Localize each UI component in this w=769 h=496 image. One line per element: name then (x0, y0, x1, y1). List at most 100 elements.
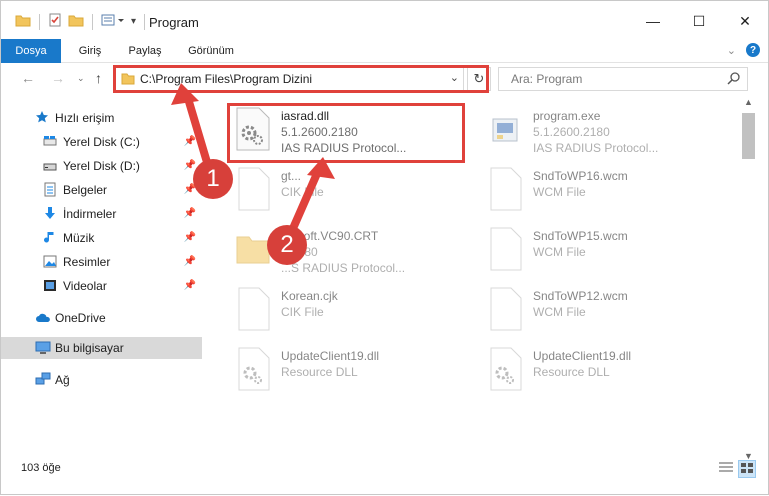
file-name: SndToWP15.wcm (533, 229, 628, 243)
nav-item-pictures[interactable]: Resimler 📌 (1, 251, 202, 273)
window-title: Program (149, 15, 199, 30)
file-item[interactable]: SndToWP12.wcm WCM File (479, 281, 719, 339)
details-view-icon[interactable] (718, 461, 734, 476)
pin-icon[interactable]: 📌 (184, 208, 196, 219)
file-type: WCM File (533, 245, 586, 259)
file-highlight-box (227, 103, 465, 163)
pin-icon[interactable]: 📌 (184, 136, 196, 147)
ribbon-tabs: Dosya Giriş Paylaş Görünüm ⌄ ? (1, 39, 768, 63)
maximize-button[interactable]: ☐ (676, 1, 722, 41)
nav-label: Ağ (55, 373, 70, 387)
file-item[interactable]: UpdateClient19.dll Resource DLL (227, 341, 467, 399)
tiles-view-icon[interactable] (738, 460, 756, 478)
nav-label: Belgeler (63, 183, 108, 197)
file-item-program-exe[interactable]: program.exe 5.1.2600.2180 IAS RADIUS Pro… (479, 101, 719, 159)
recent-locations-icon[interactable]: ⌄ (77, 73, 85, 84)
view-options-icon[interactable] (101, 13, 125, 30)
forward-arrow-icon[interactable]: → (51, 70, 65, 86)
address-highlight-box (113, 65, 489, 93)
nav-item-videos[interactable]: Videolar 📌 (1, 275, 202, 297)
file-description: ...S RADIUS Protocol... (281, 261, 406, 275)
file-type: CIK File (281, 305, 324, 319)
close-button[interactable]: ✕ (722, 1, 768, 41)
file-type: CIK File (281, 185, 324, 199)
file-type: Resource DLL (533, 365, 610, 379)
nav-item-network[interactable]: Ağ (1, 369, 202, 391)
divider (39, 13, 40, 30)
explorer-window: ▾ Program — ☐ ✕ Dosya Giriş Paylaş Görün… (0, 0, 769, 495)
divider (92, 13, 93, 30)
search-box[interactable]: Ara: Program (498, 67, 748, 91)
file-item[interactable]: Korean.cjk CIK File (227, 281, 467, 339)
file-name: Korean.cjk (281, 289, 338, 303)
folder-icon (235, 227, 271, 271)
customize-toolbar-icon[interactable]: ▾ (131, 16, 136, 27)
title-bar: ▾ Program — ☐ ✕ (1, 1, 768, 41)
nav-item-local-disk-c[interactable]: Yerel Disk (C:) 📌 (1, 131, 202, 153)
blank-file-icon (487, 227, 523, 271)
tab-dosya[interactable]: Dosya (1, 39, 61, 63)
folder-item[interactable]: ...osoft.VC90.CRT ...2180 ...S RADIUS Pr… (227, 221, 467, 279)
nav-item-this-pc[interactable]: Bu bilgisayar (1, 337, 202, 359)
folder-icon (15, 13, 31, 30)
file-type: WCM File (533, 185, 586, 199)
nav-item-documents[interactable]: Belgeler 📌 (1, 179, 202, 201)
scroll-up-icon[interactable]: ▲ (744, 97, 753, 107)
up-arrow-icon[interactable]: ↑ (95, 70, 102, 86)
nav-label: Yerel Disk (D:) (63, 159, 140, 173)
file-name: SndToWP16.wcm (533, 169, 628, 183)
nav-label: Müzik (63, 231, 95, 245)
file-description: IAS RADIUS Protocol... (533, 141, 659, 155)
nav-item-music[interactable]: Müzik 📌 (1, 227, 202, 249)
music-icon (43, 230, 59, 246)
nav-label: OneDrive (55, 311, 106, 325)
documents-icon (43, 182, 59, 198)
file-item[interactable]: SndToWP16.wcm WCM File (479, 161, 719, 219)
download-icon (43, 206, 59, 222)
file-name: SndToWP12.wcm (533, 289, 628, 303)
tab-giris[interactable]: Giriş (67, 39, 113, 63)
step-badge-1: 1 (193, 159, 233, 199)
navigation-pane: Hızlı erişim Yerel Disk (C:) 📌 Yerel Dis… (1, 97, 206, 443)
help-icon[interactable]: ? (746, 43, 760, 57)
file-name: UpdateClient19.dll (533, 349, 632, 363)
nav-label: Bu bilgisayar (55, 341, 124, 355)
tab-gorunum[interactable]: Görünüm (181, 39, 241, 63)
pin-icon[interactable]: 📌 (184, 280, 196, 291)
exe-icon (487, 107, 523, 151)
nav-item-downloads[interactable]: İndirmeler 📌 (1, 203, 202, 225)
search-input[interactable]: Ara: Program (511, 72, 582, 86)
ribbon-right: ⌄ ? (727, 43, 760, 57)
nav-label: Resimler (63, 255, 111, 269)
properties-icon[interactable] (48, 13, 62, 30)
drive-icon (43, 160, 59, 176)
file-item[interactable]: gt... CIK File (227, 161, 467, 219)
file-item[interactable]: SndToWP15.wcm WCM File (479, 221, 719, 279)
file-name: UpdateClient19.dll (281, 349, 380, 363)
vertical-scrollbar[interactable]: ▲ ▼ (740, 97, 757, 461)
file-item[interactable]: UpdateClient19.dll Resource DLL (479, 341, 719, 399)
step-badge-2: 2 (267, 225, 307, 265)
tab-paylas[interactable]: Paylaş (119, 39, 171, 63)
nav-label: Yerel Disk (C:) (63, 135, 140, 149)
minimize-button[interactable]: — (630, 1, 676, 41)
file-name: gt... (281, 169, 302, 183)
pin-icon[interactable]: 📌 (184, 232, 196, 243)
dll-gear-icon (487, 347, 523, 391)
computer-icon (35, 341, 51, 357)
search-icon (727, 71, 741, 88)
expand-ribbon-icon[interactable]: ⌄ (727, 44, 736, 57)
new-folder-icon[interactable] (68, 13, 84, 30)
blank-file-icon (235, 167, 271, 211)
divider (144, 13, 146, 30)
nav-item-local-disk-d[interactable]: Yerel Disk (D:) 📌 (1, 155, 202, 177)
network-icon (35, 372, 51, 388)
back-arrow-icon[interactable]: ← (21, 70, 35, 86)
nav-item-quick-access[interactable]: Hızlı erişim (1, 107, 202, 129)
scrollbar-thumb[interactable] (742, 113, 755, 159)
pin-icon[interactable]: 📌 (184, 256, 196, 267)
file-type: WCM File (533, 305, 586, 319)
quick-access-toolbar: ▾ (15, 13, 147, 30)
file-name: program.exe (533, 109, 601, 123)
nav-item-onedrive[interactable]: OneDrive (1, 307, 202, 329)
